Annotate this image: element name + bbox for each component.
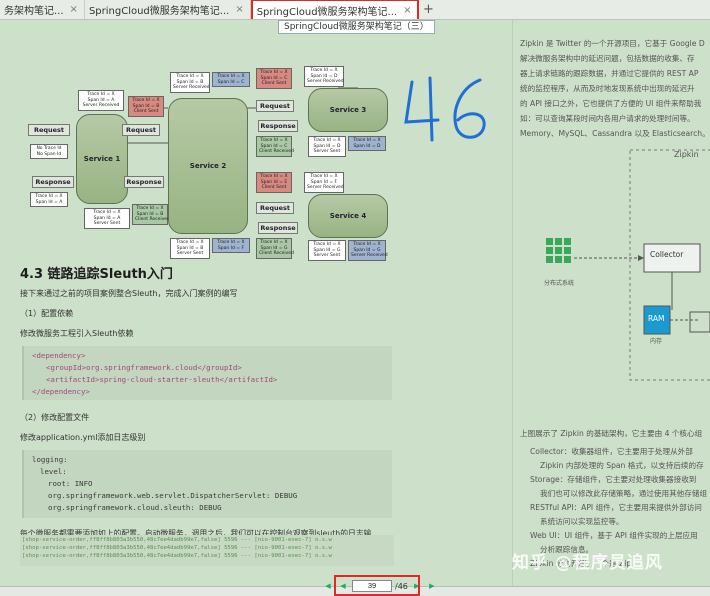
list-item: RESTful API：API 组件，它主要用来提供外部访问 [530, 503, 702, 512]
request-arrow: Request [256, 100, 294, 112]
code-line: logging: [32, 455, 68, 464]
trace-box: Trace Id = X Span Id = F [212, 238, 250, 253]
step-1-label: （1）配置依赖 [20, 309, 74, 318]
text-line: 统的监控程序，从而及时地发现系统中出现的延迟升 [520, 84, 695, 93]
code-line: org.springframework.web.servlet.Dispatch… [48, 491, 298, 500]
log-line: [shop-service-order,ff8ff8b803a3b550,48c… [22, 553, 332, 559]
tab-label: 务架构笔记... [4, 6, 64, 17]
list-item: Collector：收集器组件，它主要用于处理从外部 [530, 447, 693, 456]
console-log: [shop-service-order,ff8ff8b803a3b550,48c… [20, 535, 394, 566]
tab-1[interactable]: 务架构笔记... × [0, 0, 85, 19]
first-page-icon[interactable]: ◀ [322, 580, 334, 592]
code-block-yml: logging: level: root: INFO org.springfra… [22, 450, 392, 518]
trace-box: Trace Id = X Span Id = A [30, 192, 68, 207]
text-line: Zipkin 是 Twitter 的一个开源项目，它基于 Google D [520, 39, 705, 48]
trace-box: Trace Id = X Span Id = G Client Received [256, 238, 294, 259]
collector-label: Collector [650, 250, 684, 259]
trace-box: Trace Id = X Span Id = D Server Sent [308, 136, 346, 157]
trace-box: Trace Id = X Span Id = G Server Sent [308, 240, 346, 261]
trace-box: Trace Id = X Span Id = F Server Received [304, 172, 344, 193]
service-3-node: Service 3 [308, 88, 388, 132]
tab-3-active[interactable]: SpringCloud微服务架构笔记... × [250, 0, 420, 19]
section-heading: 4.3 链路追踪Sleuth入门 [20, 267, 173, 282]
memory-label: 内存 [650, 338, 663, 345]
close-icon[interactable]: × [70, 4, 78, 15]
page-left: No Trace Id No Span Id Trace Id = X Span… [0, 20, 410, 586]
text-line: 的 API 接口之外，它也提供了方便的 UI 组件来帮助我 [520, 99, 702, 108]
text-line: 器上请求链路的跟踪数据，并通过它提供的 REST AP [520, 69, 699, 78]
tab-tooltip: SpringCloud微服务架构笔记（三） [278, 20, 435, 34]
request-arrow: Request [28, 124, 70, 136]
list-item: Zipkin 内部处理的 Span 格式，以支持后续的存 [540, 461, 704, 470]
trace-box: Trace Id = X Span Id = B Client Received [132, 204, 170, 225]
response-arrow: Response [124, 176, 164, 188]
tab-2[interactable]: SpringCloud微服务架构笔记... × [85, 0, 251, 19]
step-2-label: （2）修改配置文件 [20, 413, 90, 422]
text-line: 解决微服务架构中的延迟问题，包括数据的收集、存 [520, 54, 695, 63]
code-line: root: INFO [48, 479, 93, 488]
code-line: <artifactId>spring-cloud-starter-sleuth<… [46, 375, 278, 384]
ram-label: RAM [648, 314, 665, 323]
text-line: 如：可以查询某段时间内各用户请求的处理时间等。 [520, 114, 695, 123]
trace-box: Trace Id = X Span Id = G Server Received [348, 240, 388, 261]
tab-label: SpringCloud微服务架构笔记... [256, 6, 398, 18]
request-arrow: Request [122, 124, 160, 136]
service-4-node: Service 4 [308, 194, 388, 238]
code-line: <groupId>org.springframework.cloud</grou… [46, 363, 242, 372]
close-icon[interactable]: × [235, 4, 243, 15]
intro-text: 接下来通过之前的项目案例整合Sleuth，完成入门案例的编写 [20, 289, 238, 298]
request-arrow: Request [256, 202, 294, 214]
watermark-text: 知乎 @程序员追风 [512, 553, 663, 573]
trace-box: Trace Id = X Span Id = D Server Received [304, 66, 344, 87]
response-arrow: Response [258, 120, 298, 132]
service-2-node: Service 2 [168, 98, 248, 234]
sleuth-trace-diagram: No Trace Id No Span Id Trace Id = X Span… [28, 48, 388, 270]
service-1-node: Service 1 [76, 114, 128, 204]
trace-box: Trace Id = X Span Id = D [348, 136, 386, 151]
log-line: [shop-service-order,ff8ff8b803a3b550,48c… [22, 537, 332, 543]
tab-bar: 务架构笔记... × SpringCloud微服务架构笔记... × Sprin… [0, 0, 710, 20]
after-diagram-text: 上图展示了 Zipkin 的基础架构，它主要由 4 个核心组 [520, 429, 703, 438]
code-line: </dependency> [32, 387, 90, 396]
code-line: level: [40, 467, 67, 476]
new-tab-button[interactable]: + [419, 0, 437, 19]
list-item: Storage：存储组件，它主要对处理收集器接收到 [530, 475, 697, 484]
code-block-dependency: <dependency> <groupId>org.springframewor… [22, 346, 392, 400]
trace-box: Trace Id = X Span Id = A Server Received [78, 90, 124, 111]
trace-box: Trace Id = X Span Id = B Client Sent [128, 96, 164, 117]
trace-box: Trace Id = X Span Id = E Client Sent [256, 172, 292, 193]
trace-box: Trace Id = X Span Id = B Server Sent [170, 238, 210, 259]
zipkin-architecture-diagram [546, 149, 710, 381]
trace-box: No Trace Id No Span Id [30, 144, 68, 159]
code-line: <dependency> [32, 351, 86, 360]
list-item: Web UI：UI 组件，基于 API 组件实现的上层应用 [530, 531, 698, 540]
code-line: org.springframework.cloud.sleuth: DEBUG [48, 503, 222, 512]
zipkin-title: Zipkin [674, 150, 699, 159]
nav-highlight-annotation [334, 575, 420, 596]
step-2-desc: 修改application.yml添加日志级别 [20, 433, 146, 442]
trace-box: Trace Id = X Span Id = C Client Sent [256, 68, 292, 89]
handwritten-note [404, 76, 486, 142]
distributed-system-label: 分布式系统 [544, 280, 575, 287]
response-arrow: Response [32, 176, 74, 188]
response-arrow: Response [258, 222, 298, 234]
close-icon[interactable]: × [403, 5, 411, 16]
trace-box: Trace Id = X Span Id = B Server Received [170, 72, 210, 93]
trace-box: Trace Id = X Span Id = A Server Sent [84, 208, 130, 229]
list-item: 我们也可以修改此存储策略，通过使用其他存储组 [540, 489, 708, 498]
trace-box: Trace Id = X Span Id = C [212, 72, 250, 87]
step-1-desc: 修改微服务工程引入Sleuth依赖 [20, 329, 134, 338]
trace-box: Trace Id = X Span Id = C Client Received [256, 136, 294, 157]
list-item: 系统访问以实现监控等。 [540, 517, 624, 526]
last-page-icon[interactable]: ▶ [426, 580, 438, 592]
log-line: [shop-service-order,ff8ff8b803a3b550,48c… [22, 545, 332, 551]
tab-label: SpringCloud微服务架构笔记... [88, 6, 230, 17]
